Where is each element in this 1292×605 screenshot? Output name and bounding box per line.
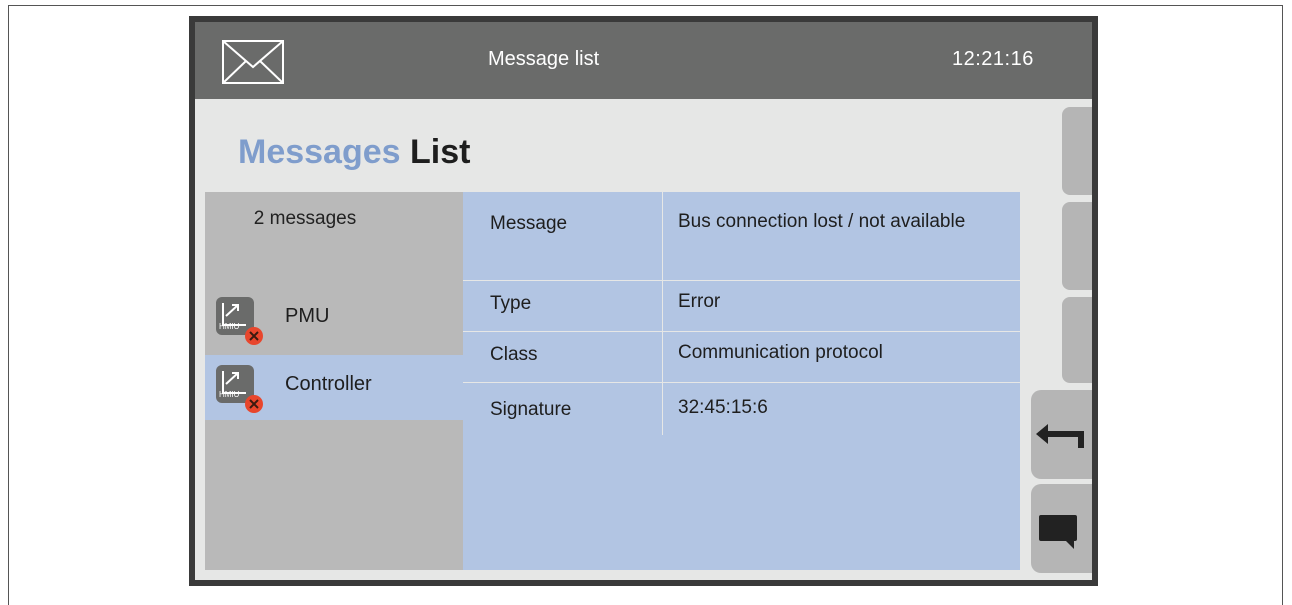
list-item-controller[interactable]: HMIU Controller	[205, 355, 463, 420]
error-badge-icon	[245, 327, 263, 345]
message-details: Message Bus connection lost / not availa…	[463, 192, 1020, 570]
page-title: Messages List	[238, 133, 470, 172]
side-tab-1[interactable]	[1062, 107, 1092, 195]
message-source-list: 2 messages HMIU PMU HMIU Controller	[205, 192, 463, 570]
side-tab-3[interactable]	[1062, 297, 1092, 383]
message-bubble-icon	[1039, 515, 1077, 549]
detail-row-message: Message Bus connection lost / not availa…	[463, 192, 1020, 280]
list-item-pmu[interactable]: HMIU PMU	[205, 287, 463, 352]
detail-key: Type	[490, 293, 532, 314]
side-tab-2[interactable]	[1062, 202, 1092, 290]
detail-row-class: Class Communication protocol	[463, 332, 1020, 382]
detail-value: Communication protocol	[678, 342, 883, 363]
detail-value: 32:45:15:6	[678, 397, 768, 418]
clock: 12:21:16	[952, 48, 1034, 70]
page-title-accent: Messages	[238, 133, 401, 171]
hmiu-icon-text: HMIU	[219, 322, 240, 331]
detail-value: Error	[678, 291, 721, 312]
detail-value: Bus connection lost / not available	[678, 211, 966, 232]
error-badge-icon	[245, 395, 263, 413]
list-item-label: Controller	[285, 373, 372, 395]
hmiu-error-icon: HMIU	[216, 365, 263, 413]
hmiu-error-icon: HMIU	[216, 297, 263, 345]
hmiu-icon-text: HMIU	[219, 390, 240, 399]
back-button[interactable]	[1031, 390, 1092, 479]
detail-key: Signature	[490, 399, 572, 420]
screen: Message list 12:21:16 Messages List 2 me…	[195, 22, 1092, 580]
top-bar: Message list 12:21:16	[195, 22, 1092, 99]
list-item-label: PMU	[285, 305, 330, 327]
detail-row-signature: Signature 32:45:15:6	[463, 383, 1020, 435]
mail-icon[interactable]	[222, 40, 284, 84]
screen-title: Message list	[488, 48, 600, 70]
message-button[interactable]	[1031, 484, 1092, 573]
detail-row-type: Type Error	[463, 281, 1020, 331]
hmi-device: Message list 12:21:16 Messages List 2 me…	[189, 16, 1098, 586]
detail-key: Class	[490, 344, 538, 365]
page-title-main: List	[410, 133, 471, 171]
message-count: 2 messages	[253, 208, 357, 229]
back-arrow-icon	[1036, 424, 1084, 448]
detail-key: Message	[490, 213, 568, 234]
